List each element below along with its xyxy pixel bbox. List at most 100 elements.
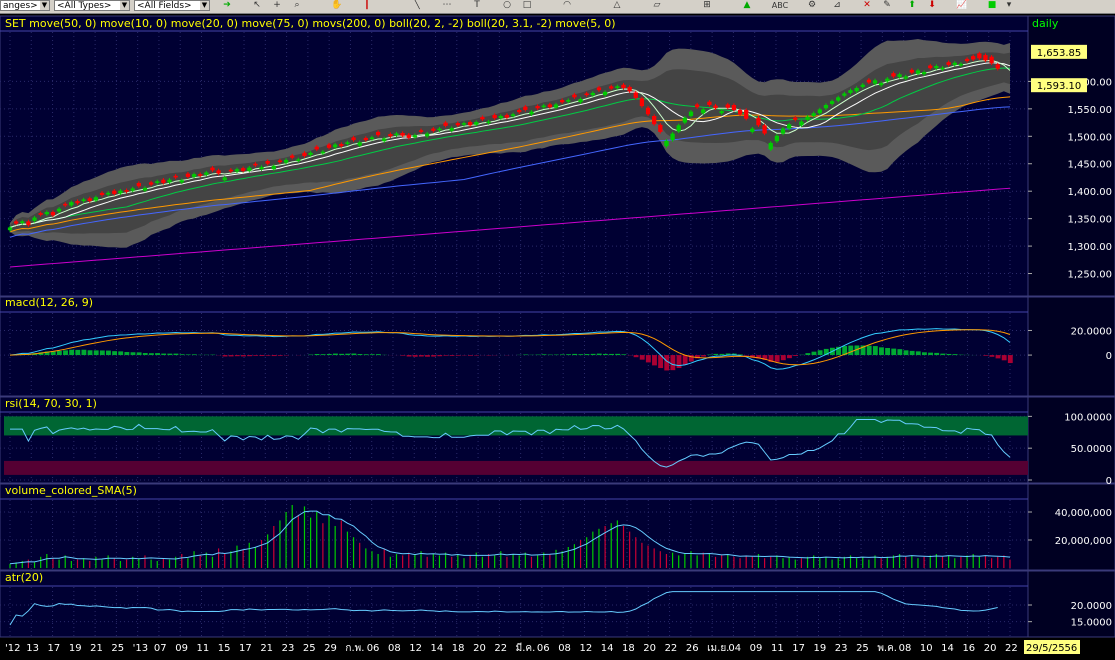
fibonacci-icon[interactable]: ⋯ (440, 0, 454, 11)
delete-icon[interactable]: ✕ (860, 0, 874, 11)
crosshair-icon[interactable]: + (270, 0, 284, 11)
candle-body (99, 192, 105, 196)
hand-icon[interactable]: ✋ (330, 0, 344, 11)
macd-histogram-bar (621, 354, 627, 356)
x-tick-label: 18 (452, 643, 465, 654)
macd-histogram-bar (805, 353, 811, 356)
macd-histogram-bar (787, 355, 792, 359)
settings-icon[interactable]: ⚙ (805, 0, 819, 11)
x-tick-label: 08 (558, 643, 571, 654)
candle-body (719, 111, 724, 114)
chart-type-icon[interactable]: 📈 (955, 0, 969, 11)
macd-histogram-bar (609, 353, 614, 356)
macd-histogram-bar (1001, 355, 1007, 361)
rectangle-tool-icon[interactable]: □ (520, 0, 534, 11)
candle-body (486, 121, 491, 124)
candle-body (283, 159, 289, 163)
macd-histogram-bar (81, 349, 87, 356)
candle-body (461, 123, 467, 125)
x-tick-label: 20 (643, 643, 656, 654)
candle-body (38, 213, 43, 215)
candle-body (253, 163, 258, 166)
macd-histogram-bar (652, 355, 657, 366)
candle-body (977, 53, 982, 59)
macd-histogram-bar (418, 355, 424, 357)
x-tick-label: 25 (303, 643, 316, 654)
channel-tool-icon[interactable]: ▱ (650, 0, 664, 11)
ranges-select[interactable]: anges> ▼ (0, 0, 50, 11)
macd-histogram-bar (866, 345, 872, 356)
macd-histogram-bar (130, 352, 136, 356)
macd-histogram-bar (308, 354, 314, 356)
candle-body (658, 124, 663, 132)
candle-body (130, 188, 135, 191)
macd-histogram-bar (639, 355, 645, 360)
text-tool-icon[interactable]: T (470, 0, 484, 11)
candle-body (112, 190, 117, 194)
macd-histogram-bar (167, 353, 173, 356)
candle-body (296, 159, 301, 161)
macd-histogram-bar (106, 350, 111, 356)
macd-histogram-bar (400, 355, 406, 356)
macd-histogram-bar (191, 354, 197, 356)
macd-histogram-bar (375, 354, 381, 356)
macd-histogram-bar (99, 350, 105, 356)
line-tool-icon[interactable]: ╲ (410, 0, 424, 11)
candle-body (363, 137, 368, 141)
candle-body (50, 212, 56, 216)
x-tick-label: 22 (1005, 643, 1018, 654)
candle-body (504, 114, 510, 118)
fields-select[interactable]: <All Fields> ▼ (134, 0, 210, 11)
text-label-tool[interactable]: ABC (768, 0, 792, 11)
macd-histogram-bar (449, 355, 455, 356)
candle-body (829, 101, 835, 104)
candle-body (836, 97, 841, 101)
candle-body (480, 117, 485, 120)
macd-histogram-bar (425, 355, 430, 357)
ruler-icon[interactable]: ⊿ (830, 0, 844, 11)
macd-histogram-bar (572, 353, 578, 356)
types-select[interactable]: <All Types> ▼ (54, 0, 130, 11)
macd-histogram-bar (63, 350, 68, 356)
bar-tool-icon[interactable]: ┃ (360, 0, 374, 11)
x-tick-label: 17 (239, 643, 252, 654)
buy-marker-icon[interactable]: ▲ (740, 0, 754, 11)
circle-tool-icon[interactable]: ○ (500, 0, 514, 11)
green-square-icon[interactable]: ■ (985, 0, 999, 11)
price-label-text: 1,653.85 (1037, 48, 1082, 59)
arc-tool-icon[interactable]: ◠ (560, 0, 574, 11)
pointer-icon[interactable]: ↖ (250, 0, 264, 11)
macd-histogram-bar (271, 355, 277, 357)
go-arrow-icon[interactable]: ➔ (220, 0, 234, 11)
macd-histogram-bar (320, 354, 326, 356)
triangle-tool-icon[interactable]: △ (610, 0, 624, 11)
candle-body (234, 169, 240, 172)
macd-histogram-bar (553, 354, 559, 356)
macd-histogram-bar (314, 353, 320, 356)
x-tick-label: 08 (899, 643, 912, 654)
panel-axis-area (1027, 296, 1115, 397)
candle-body (498, 115, 503, 119)
x-tick-label: 09 (750, 643, 763, 654)
y-tick-label: 20,000,000 (1055, 536, 1112, 547)
down-arrow-icon[interactable]: ⬇ (925, 0, 939, 11)
candle-body (191, 174, 197, 177)
x-tick-label: 21 (260, 643, 273, 654)
up-arrow-icon[interactable]: ⬆ (905, 0, 919, 11)
zoom-icon[interactable]: ⌕ (290, 0, 304, 11)
candle-body (872, 80, 878, 84)
gann-icon[interactable]: ⊞ (700, 0, 714, 11)
candle-body (676, 125, 681, 132)
toolbar: anges> ▼ <All Types> ▼ <All Fields> ▼ ➔ ↖ +… (0, 0, 1115, 14)
x-tick-label: 29 (324, 643, 337, 654)
dropdown-icon[interactable]: ▾ (1002, 0, 1016, 11)
edit-icon[interactable]: ✎ (880, 0, 894, 11)
macd-histogram-bar (228, 355, 234, 357)
macd-histogram-bar (277, 355, 283, 356)
candle-body (946, 62, 951, 65)
macd-histogram-bar (326, 353, 332, 356)
candle-body (467, 122, 473, 126)
macd-histogram-bar (155, 353, 160, 356)
candle-body (621, 84, 626, 88)
macd-histogram-bar (793, 355, 799, 356)
